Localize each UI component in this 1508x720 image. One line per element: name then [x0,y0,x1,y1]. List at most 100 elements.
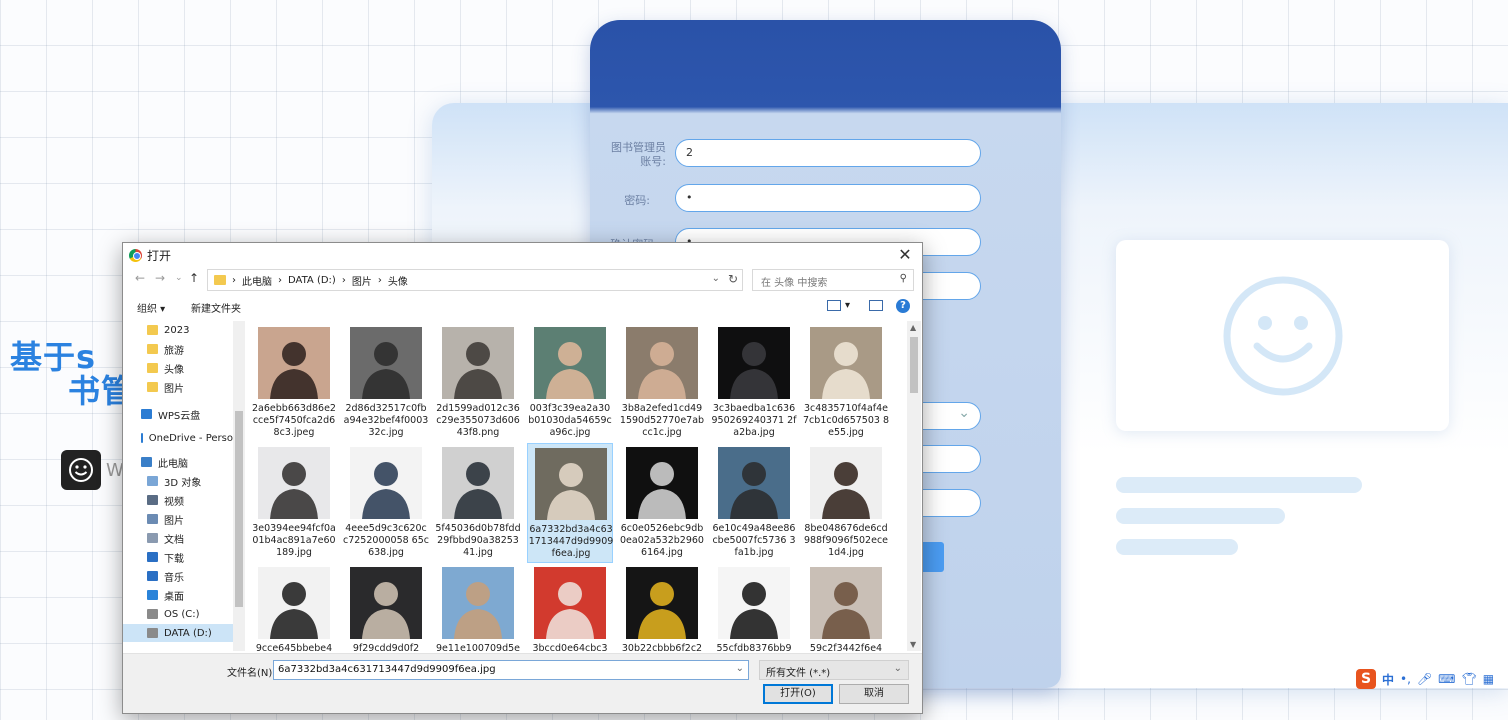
skin-icon[interactable]: 👕︎ [1461,672,1476,686]
sidebar-item[interactable]: OS (C:) [123,605,233,623]
sidebar-scrollbar[interactable] [233,321,245,651]
file-tile[interactable]: 9f29cdd9d0f2 [343,563,429,651]
file-grid-scrollbar[interactable]: ▲ ▼ [907,321,921,651]
sidebar-item-label: 2023 [164,324,190,336]
microphone-icon[interactable]: 🎤︎ [1417,672,1432,686]
sidebar-item[interactable]: 此电脑 [123,453,233,471]
grid-menu-icon[interactable]: ▦ [1483,672,1494,686]
navigation-bar: ← → ⌄ ↑ › 此电脑 › DATA (D:) › 图片 › 头像 ⌄ ↻ … [123,269,922,291]
punctuation-icon[interactable]: •, [1400,672,1411,686]
sidebar-item-label: 视频 [164,496,184,508]
image-thumbnail [810,447,882,519]
sidebar-item-label: 音乐 [164,572,184,584]
file-tile[interactable]: 6e10c49a48ee86cbe5007fc5736 3fa1b.jpg [711,443,797,563]
account-input[interactable]: 2 [675,139,981,167]
close-button[interactable]: ✕ [894,245,916,265]
view-dropdown-icon[interactable]: ▾ [845,300,850,311]
sidebar-item-label: OneDrive - Perso [148,432,233,444]
search-placeholder: 在 头像 中搜索 [761,278,828,289]
image-thumbnail [626,447,698,519]
folder-icon [147,325,158,335]
file-tile[interactable]: 9e11e100709d5e [435,563,521,651]
file-tile[interactable]: 55cfdb8376bb9 [711,563,797,651]
file-tile[interactable]: 59c2f3442f6e4 [803,563,889,651]
filename-input[interactable]: 6a7332bd3a4c631713447d9d9909f6ea.jpg ⌄ [273,660,749,680]
placeholder-line [1116,508,1285,524]
file-tile[interactable]: 3c4835710f4af4e7cb1c0d657503 8e55.jpg [803,323,889,443]
file-tile[interactable]: 8be048676de6cd988f9096f502ece1d4.jpg [803,443,889,563]
address-dropdown-icon[interactable]: ⌄ [712,273,720,284]
view-options-icon[interactable] [827,300,841,311]
sidebar-item[interactable]: 下载 [123,548,233,566]
forward-arrow-icon[interactable]: → [155,271,165,285]
open-button[interactable]: 打开(O) [763,684,833,704]
preview-pane-icon[interactable] [869,300,883,311]
image-thumbnail [626,567,698,639]
music-icon [147,571,158,581]
search-input[interactable]: 在 头像 中搜索 ⚲ [752,269,914,291]
sidebar-item-label: WPS云盘 [158,410,201,422]
file-tile[interactable]: 3b8a2efed1cd491590d52770e7abcc1c.jpg [619,323,705,443]
file-tile[interactable]: 4eee5d9c3c620cc7252000058 65c638.jpg [343,443,429,563]
back-arrow-icon[interactable]: ← [135,271,145,285]
organize-menu[interactable]: 组织 ▾ [137,300,165,315]
breadcrumb-item[interactable]: DATA (D:) [288,275,336,286]
keyboard-icon[interactable]: ⌨ [1438,672,1455,686]
file-tile[interactable]: 30b22cbbb6f2c2 [619,563,705,651]
file-tile[interactable]: 3c3baedba1c636950269240371 2fa2ba.jpg [711,323,797,443]
scrollbar-thumb[interactable] [235,411,243,607]
sidebar-item[interactable]: OneDrive - Perso [123,429,233,447]
sidebar-item[interactable]: 3D 对象 [123,472,233,490]
cube-icon [147,476,158,486]
ime-language-toggle[interactable]: 中 [1382,671,1394,688]
sidebar-item[interactable]: 图片 [123,510,233,528]
scroll-up-icon[interactable]: ▲ [910,323,916,332]
sidebar-item[interactable]: 图片 [123,378,233,396]
file-tile[interactable]: 003f3c39ea2a30b01030da54659ca96c.jpg [527,323,613,443]
sidebar-item[interactable]: 旅游 [123,340,233,358]
file-tile[interactable]: 6c0e0526ebc9db0ea02a532b29606164.jpg [619,443,705,563]
filename-dropdown-icon[interactable]: ⌄ [736,663,744,674]
new-folder-button[interactable]: 新建文件夹 [191,300,241,315]
file-tile[interactable]: 3e0394ee94fcf0a01b4ac891a7e60189.jpg [251,443,337,563]
sidebar-item[interactable]: 音乐 [123,567,233,585]
file-name: 5f45036d0b78fdd29fbbd90a3825341.jpg [435,523,521,558]
file-tile[interactable]: 6a7332bd3a4c631713447d9d9909f6ea.jpg [527,443,613,563]
sidebar-item[interactable]: WPS云盘 [123,405,233,423]
submit-button[interactable] [922,542,944,572]
sidebar-item[interactable]: 2023 [123,321,233,339]
document-icon [147,533,158,543]
file-tile[interactable]: 9cce645bbebe4 [251,563,337,651]
breadcrumb-item[interactable]: 头像 [388,273,408,288]
scrollbar-thumb[interactable] [910,337,918,393]
sidebar-item[interactable]: 文档 [123,529,233,547]
sidebar-item-label: OS (C:) [164,608,200,620]
avatar-placeholder-card [1116,240,1449,431]
breadcrumb-item[interactable]: 此电脑 [242,273,272,288]
up-arrow-icon[interactable]: ↑ [189,271,199,285]
file-tile[interactable]: 5f45036d0b78fdd29fbbd90a3825341.jpg [435,443,521,563]
refresh-icon[interactable]: ↻ [728,272,738,286]
file-tile[interactable]: 2d86d32517c0fba94e32bef4f000332c.jpg [343,323,429,443]
cancel-button[interactable]: 取消 [839,684,909,704]
scroll-down-icon[interactable]: ▼ [910,640,916,649]
sidebar-item[interactable]: 视频 [123,491,233,509]
image-thumbnail [442,567,514,639]
filetype-select[interactable]: 所有文件 (*.*) ⌄ [759,660,909,680]
placeholder-line [1116,477,1362,493]
image-thumbnail [718,567,790,639]
image-thumbnail [442,447,514,519]
sidebar-item[interactable]: DATA (D:) [123,624,233,642]
address-bar[interactable]: › 此电脑 › DATA (D:) › 图片 › 头像 ⌄ ↻ [207,269,743,291]
breadcrumb-item[interactable]: 图片 [352,273,372,288]
image-thumbnail [350,447,422,519]
help-icon[interactable]: ? [896,299,910,313]
file-tile[interactable]: 3bccd0e64cbc3 [527,563,613,651]
password-input[interactable]: • [675,184,981,212]
sidebar-item[interactable]: 头像 [123,359,233,377]
file-tile[interactable]: 2d1599ad012c36c29e355073d60643f8.png [435,323,521,443]
file-tile[interactable]: 2a6ebb663d86e2cce5f7450fca2d68c3.jpeg [251,323,337,443]
sidebar-item[interactable]: 桌面 [123,586,233,604]
recent-dropdown-icon[interactable]: ⌄ [175,273,183,283]
sogou-logo-icon[interactable]: S [1356,669,1376,689]
